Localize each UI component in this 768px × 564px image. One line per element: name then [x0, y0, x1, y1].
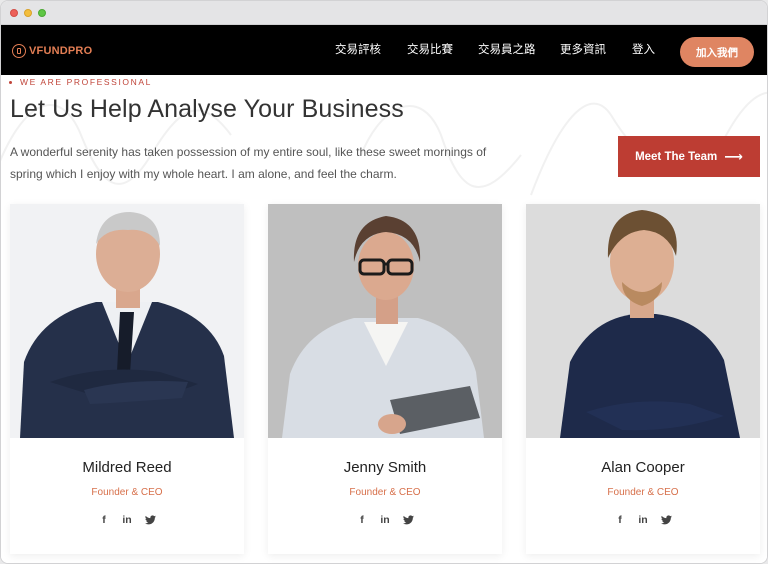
twitter-icon[interactable] [144, 514, 156, 526]
join-us-button[interactable]: 加入我們 [680, 37, 754, 67]
nav-link-more-info[interactable]: 更多資訊 [560, 41, 606, 57]
nav-link-trading-competition[interactable]: 交易比賽 [407, 41, 453, 57]
intro-paragraph: A wonderful serenity has taken possessio… [10, 145, 487, 181]
arrow-right-icon: ⟶ [724, 149, 743, 164]
maximize-window-button[interactable] [38, 9, 46, 17]
linkedin-icon[interactable]: in [121, 514, 133, 526]
nav-link-login[interactable]: 登入 [632, 41, 655, 57]
team-member-role: Founder & CEO [91, 487, 163, 498]
twitter-icon[interactable] [660, 514, 672, 526]
meet-the-team-label: Meet The Team [635, 150, 718, 163]
main-content: WE ARE PROFESSIONAL Let Us Help Analyse … [1, 75, 767, 563]
linkedin-icon[interactable]: in [637, 514, 649, 526]
minimize-window-button[interactable] [24, 9, 32, 17]
team-member-name: Alan Cooper [601, 459, 685, 476]
team-member-name: Jenny Smith [343, 459, 427, 476]
site-navbar: VFUNDPRO 交易評核 交易比賽 交易員之路 更多資訊 登入 加入我們 [1, 25, 767, 75]
nav-links: 交易評核 交易比賽 交易員之路 更多資訊 登入 [1, 41, 767, 57]
section-tagline: WE ARE PROFESSIONAL [9, 76, 152, 88]
social-links: f in [10, 514, 244, 526]
team-card-jenny-smith[interactable]: Jenny Smith Founder & CEO f in [268, 204, 502, 554]
bullet-icon [9, 80, 12, 84]
nav-link-trader-path[interactable]: 交易員之路 [478, 41, 536, 57]
team-member-name: Mildred Reed [82, 459, 172, 476]
window-titlebar [1, 1, 767, 25]
facebook-icon[interactable]: f [356, 514, 368, 526]
team-card-alan-cooper[interactable]: Alan Cooper Founder & CEO f in [526, 204, 760, 554]
meet-the-team-button[interactable]: Meet The Team ⟶ [618, 136, 760, 177]
linkedin-icon[interactable]: in [379, 514, 391, 526]
team-card-mildred-reed[interactable]: Mildred Reed Founder & CEO f in [10, 204, 244, 554]
facebook-icon[interactable]: f [614, 514, 626, 526]
social-links: f in [526, 514, 760, 526]
nav-link-trading-evaluation[interactable]: 交易評核 [335, 41, 381, 57]
team-photo-mildred-reed [10, 204, 244, 438]
team-photo-jenny-smith [268, 204, 502, 438]
close-window-button[interactable] [10, 9, 18, 17]
team-member-role: Founder & CEO [607, 487, 679, 498]
browser-window: VFUNDPRO 交易評核 交易比賽 交易員之路 更多資訊 登入 加入我們 WE… [0, 0, 768, 564]
team-member-role: Founder & CEO [349, 487, 421, 498]
twitter-icon[interactable] [402, 514, 414, 526]
page-headline: Let Us Help Analyse Your Business [10, 95, 404, 123]
team-photo-alan-cooper [526, 204, 760, 438]
tagline-text: WE ARE PROFESSIONAL [20, 77, 152, 87]
social-links: f in [268, 514, 502, 526]
facebook-icon[interactable]: f [98, 514, 110, 526]
